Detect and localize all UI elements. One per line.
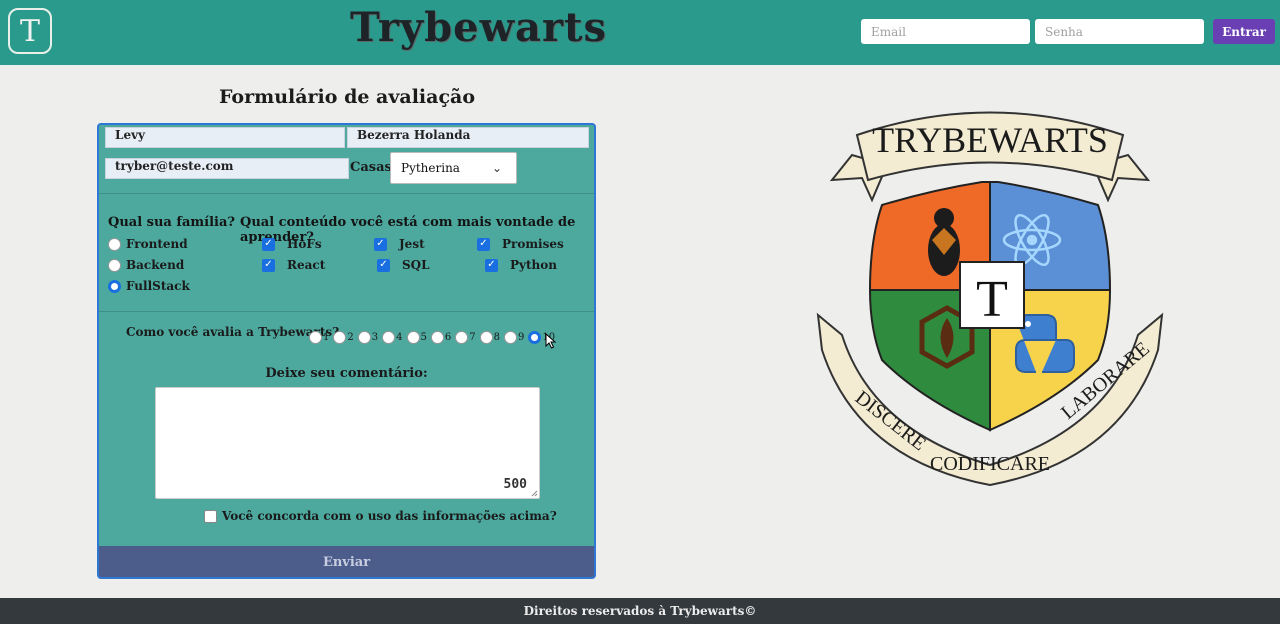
family-option-fullstack[interactable]: FullStack xyxy=(108,279,190,293)
radio-button[interactable] xyxy=(504,330,517,344)
rating-number: 8 xyxy=(493,331,500,343)
rating-option[interactable]: 5 xyxy=(406,330,427,344)
rating-option[interactable]: 6 xyxy=(430,330,452,344)
logo-icon: T xyxy=(8,8,52,54)
footer: Direitos reservados à Trybewarts© xyxy=(0,598,1280,624)
rating-number: 1 xyxy=(323,331,330,343)
checkbox-checked[interactable]: ✓ xyxy=(377,258,390,272)
email-input[interactable]: tryber@teste.com xyxy=(105,158,349,179)
char-counter: 500 xyxy=(503,477,527,492)
rating-option[interactable]: 9 xyxy=(504,330,525,344)
divider xyxy=(99,193,594,194)
family-option-backend[interactable]: Backend xyxy=(108,258,184,272)
content-option-label: HoFs xyxy=(287,237,322,251)
content-option-label: SQL xyxy=(402,258,430,272)
radio-button-selected[interactable] xyxy=(528,330,542,344)
rating-option[interactable]: 3 xyxy=(357,330,379,344)
content-option-hofs[interactable]: ✓ HoFs xyxy=(262,237,322,251)
agreement-label: Você concorda com o uso das informações … xyxy=(222,509,557,523)
login-button[interactable]: Entrar xyxy=(1213,19,1275,44)
submit-button[interactable]: Enviar xyxy=(99,546,594,577)
content-option-jest[interactable]: ✓ Jest xyxy=(374,237,425,251)
mouse-cursor-icon xyxy=(545,333,557,349)
form-title: Formulário de avaliação xyxy=(218,86,476,108)
comment-textarea[interactable]: 500 xyxy=(155,387,540,499)
site-title: Trybewarts xyxy=(350,4,608,51)
comment-label: Deixe seu comentário: xyxy=(265,366,428,381)
house-label: Casas xyxy=(350,160,392,175)
content-option-label: Python xyxy=(510,258,557,272)
crest-center-letter: T xyxy=(976,271,1008,328)
checkbox-checked[interactable]: ✓ xyxy=(262,258,275,272)
radio-button[interactable] xyxy=(406,330,420,344)
family-option-label: Backend xyxy=(126,258,185,272)
top-header: T Trybewarts Entrar xyxy=(0,0,1280,65)
content-option-promises[interactable]: ✓ Promises xyxy=(477,237,564,251)
logo-letter: T xyxy=(19,13,40,49)
family-heading: Qual sua família? xyxy=(108,215,236,230)
checkbox-checked[interactable]: ✓ xyxy=(374,237,387,251)
rating-option[interactable]: 8 xyxy=(479,330,500,344)
house-select-value: Pytherina xyxy=(401,161,460,175)
checkbox-checked[interactable]: ✓ xyxy=(477,237,490,251)
content-option-label: Jest xyxy=(399,237,425,251)
content-option-sql[interactable]: ✓ SQL xyxy=(377,258,430,272)
rating-number: 6 xyxy=(444,331,452,343)
content-option-react[interactable]: ✓ React xyxy=(262,258,325,272)
agreement-checkbox-row[interactable]: Você concorda com o uso das informações … xyxy=(204,509,557,523)
rating-option[interactable]: 4 xyxy=(382,330,403,344)
resize-handle-icon[interactable] xyxy=(531,490,538,497)
divider xyxy=(99,311,594,312)
content-option-label: React xyxy=(287,258,326,272)
trybewarts-crest-image: TRYBEWARTS T DISCERE CODIFICARE LABORARE xyxy=(816,111,1164,487)
radio-button[interactable] xyxy=(430,330,444,344)
family-option-label: FullStack xyxy=(126,279,190,293)
rating-number: 4 xyxy=(396,331,403,343)
family-option-label: Frontend xyxy=(126,237,188,251)
rating-number: 2 xyxy=(347,331,354,343)
house-select[interactable]: Pytherina ⌄ xyxy=(390,152,517,184)
login-email-input[interactable] xyxy=(861,19,1030,44)
rating-label: Como você avalia a Trybewarts? xyxy=(126,325,340,339)
first-name-input[interactable]: Levy xyxy=(105,127,345,148)
footer-text: Direitos reservados à Trybewarts© xyxy=(523,604,757,618)
content-option-label: Promises xyxy=(502,237,564,251)
login-password-input[interactable] xyxy=(1035,19,1204,44)
rating-number: 9 xyxy=(518,331,525,343)
radio-button[interactable] xyxy=(309,330,322,344)
rating-option[interactable]: 1 xyxy=(309,330,330,344)
checkbox-unchecked[interactable] xyxy=(204,509,217,523)
crest-banner-title: TRYBEWARTS xyxy=(872,120,1108,160)
radio-button[interactable] xyxy=(455,330,469,344)
family-option-frontend[interactable]: Frontend xyxy=(108,237,188,251)
rating-options: 1 2 3 4 5 6 7 8 9 10 xyxy=(309,325,557,349)
radio-button[interactable] xyxy=(333,330,347,344)
content-option-python[interactable]: ✓ Python xyxy=(485,258,557,272)
checkbox-checked[interactable]: ✓ xyxy=(262,237,275,251)
radio-button[interactable] xyxy=(479,330,493,344)
rating-number: 5 xyxy=(420,331,427,343)
evaluation-form: Levy Bezerra Holanda tryber@teste.com Ca… xyxy=(97,123,596,579)
last-name-input[interactable]: Bezerra Holanda xyxy=(347,127,589,148)
radio-button[interactable] xyxy=(108,258,121,272)
chevron-down-icon: ⌄ xyxy=(491,161,502,175)
radio-button-selected[interactable] xyxy=(108,279,121,293)
radio-button[interactable] xyxy=(108,237,121,251)
rating-option[interactable]: 2 xyxy=(333,330,354,344)
radio-button[interactable] xyxy=(382,330,396,344)
rating-option[interactable]: 7 xyxy=(455,330,476,344)
rating-number: 3 xyxy=(371,331,379,343)
motto-bottom: CODIFICARE xyxy=(930,453,1050,475)
rating-number: 7 xyxy=(469,331,476,343)
checkbox-checked[interactable]: ✓ xyxy=(485,258,498,272)
radio-button[interactable] xyxy=(357,330,371,344)
